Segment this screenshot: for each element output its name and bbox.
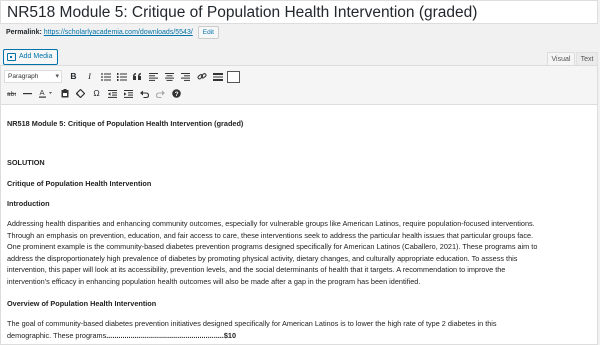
blockquote-icon[interactable] bbox=[130, 70, 145, 83]
italic-button[interactable]: I bbox=[82, 70, 97, 83]
align-left-icon[interactable] bbox=[146, 70, 161, 83]
permalink-url-link[interactable]: https://scholarlyacademia.com/downloads/… bbox=[44, 29, 193, 36]
add-media-label: Add Media bbox=[19, 53, 53, 60]
bulleted-list-icon[interactable] bbox=[98, 70, 113, 83]
intro-line: One prominent example is the community-b… bbox=[7, 242, 538, 251]
intro-line: intervention's efficacy in enhancing pop… bbox=[7, 276, 421, 286]
add-media-button[interactable]: Add Media bbox=[3, 49, 59, 65]
strikethrough-icon[interactable]: abc bbox=[4, 87, 19, 100]
toolbar-row-2: abc A Ω bbox=[4, 86, 184, 101]
editor-toolbar: Paragraph B I bbox=[1, 66, 597, 105]
solution-heading: SOLUTION bbox=[7, 158, 45, 167]
overview-heading: Overview of Population Health Interventi… bbox=[7, 299, 157, 308]
align-center-icon[interactable] bbox=[162, 70, 177, 83]
content-heading: NR518 Module 5: Critique of Population H… bbox=[7, 119, 244, 128]
link-icon[interactable] bbox=[194, 70, 209, 83]
price-dots: ........................................… bbox=[106, 330, 224, 340]
tab-visual[interactable]: Visual bbox=[547, 52, 575, 65]
permalink-row: Permalink: https://scholarlyacademia.com… bbox=[6, 26, 219, 39]
intro-line: address the disproportionately high prev… bbox=[7, 253, 518, 263]
text-color-icon[interactable]: A bbox=[36, 87, 56, 100]
read-more-icon[interactable] bbox=[210, 70, 225, 83]
undo-icon[interactable] bbox=[137, 87, 152, 100]
bold-button[interactable]: B bbox=[66, 70, 81, 83]
intro-line: Addressing health disparities and enhanc… bbox=[7, 219, 535, 228]
intro-paragraph: Addressing health disparities and enhanc… bbox=[7, 218, 591, 287]
tab-text[interactable]: Text bbox=[576, 52, 598, 65]
increase-indent-icon[interactable] bbox=[121, 87, 136, 100]
overview-line: The goal of community-based diabetes pre… bbox=[7, 319, 497, 328]
clear-formatting-icon[interactable] bbox=[73, 87, 88, 100]
section-title: Critique of Population Health Interventi… bbox=[7, 179, 152, 188]
intro-line: Through an emphasis on prevention, educa… bbox=[7, 230, 534, 240]
help-icon[interactable]: ? bbox=[169, 87, 184, 100]
permalink-label: Permalink: bbox=[6, 29, 42, 36]
overview-line-text: demographic. These programs bbox=[7, 330, 107, 340]
redo-icon[interactable] bbox=[153, 87, 168, 100]
special-character-icon[interactable]: Ω bbox=[89, 87, 104, 100]
paste-as-text-icon[interactable] bbox=[57, 87, 72, 100]
format-select[interactable]: Paragraph bbox=[4, 70, 62, 83]
media-icon bbox=[7, 53, 16, 61]
toolbar-row-1: Paragraph B I bbox=[4, 69, 241, 84]
editor-frame: Paragraph B I bbox=[0, 65, 598, 345]
post-title-input[interactable]: NR518 Module 5: Critique of Population H… bbox=[0, 0, 598, 24]
permalink-edit-button[interactable]: Edit bbox=[197, 26, 219, 39]
toolbar-toggle-icon[interactable] bbox=[226, 70, 241, 83]
price-label: $10 bbox=[223, 330, 237, 340]
svg-text:?: ? bbox=[175, 91, 179, 98]
align-right-icon[interactable] bbox=[178, 70, 193, 83]
intro-heading: Introduction bbox=[7, 199, 50, 208]
overview-paragraph: The goal of community-based diabetes pre… bbox=[7, 318, 591, 341]
numbered-list-icon[interactable] bbox=[114, 70, 129, 83]
intro-line: intervention, this paper will look at it… bbox=[7, 265, 506, 274]
horizontal-line-icon[interactable] bbox=[20, 87, 35, 100]
overview-line-2: demographic. These programs.............… bbox=[7, 330, 591, 342]
svg-text:A: A bbox=[39, 89, 44, 97]
decrease-indent-icon[interactable] bbox=[105, 87, 120, 100]
